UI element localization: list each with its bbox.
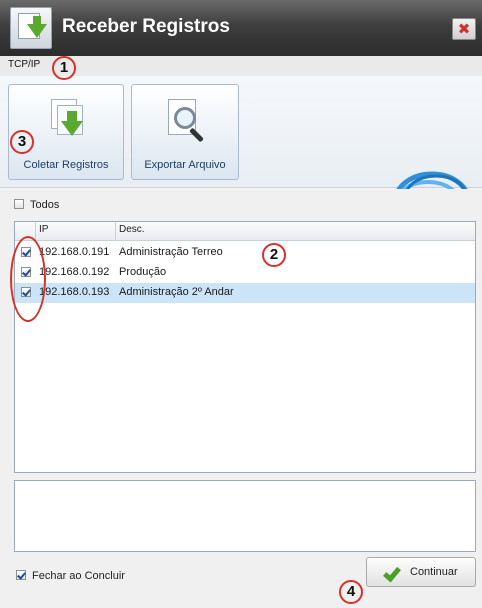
table-row[interactable]: 192.168.0.192 Produção	[15, 263, 475, 283]
devices-grid: IP Desc. 192.168.0.191 Administração Ter…	[14, 221, 476, 473]
annotation-badge-2: 2	[262, 243, 286, 267]
row-desc: Produção	[119, 266, 167, 278]
log-textbox[interactable]	[14, 480, 476, 552]
receive-records-icon	[10, 7, 52, 49]
export-file-label: Exportar Arquivo	[144, 159, 226, 171]
annotation-badge-3: 3	[10, 130, 34, 154]
select-all-checkbox[interactable]: Todos	[14, 199, 59, 211]
column-header-ip[interactable]: IP	[39, 224, 48, 235]
window-title: Receber Registros	[62, 16, 230, 37]
select-all-box[interactable]	[14, 199, 24, 209]
annotation-badge-4: 4	[339, 580, 363, 604]
checkmark-icon	[383, 563, 401, 583]
magnifier-document-icon	[168, 99, 208, 143]
row-ip: 192.168.0.191	[39, 246, 110, 258]
table-row[interactable]: 192.168.0.193 Administração 2º Andar	[15, 283, 475, 303]
tab-tcpip[interactable]: TCP/IP	[8, 59, 40, 70]
row-ip: 192.168.0.192	[39, 266, 110, 278]
row-ip: 192.168.0.193	[39, 286, 110, 298]
table-row[interactable]: 192.168.0.191 Administração Terreo	[15, 243, 475, 263]
close-button[interactable]: ✖	[452, 18, 476, 40]
annotation-badge-1: 1	[52, 56, 76, 80]
grid-header: IP Desc.	[15, 222, 475, 241]
continue-button[interactable]: Continuar	[366, 557, 476, 587]
title-bar: Receber Registros ✖	[0, 0, 482, 56]
annotation-oval	[10, 236, 46, 322]
column-header-desc[interactable]: Desc.	[119, 224, 145, 235]
ribbon: Coletar Registros Exportar Arquivo	[0, 76, 482, 260]
receive-records-window: Receber Registros ✖ TCP/IP Coletar Regis…	[0, 0, 482, 608]
content-area: Todos IP Desc. 192.168.0.191 Administraç…	[0, 189, 482, 608]
close-on-finish-label: Fechar ao Concluir	[32, 570, 125, 582]
close-on-finish-checkbox[interactable]: Fechar ao Concluir	[16, 570, 125, 582]
continue-label: Continuar	[410, 566, 458, 578]
collect-records-icon	[51, 99, 89, 141]
export-file-button[interactable]: Exportar Arquivo	[131, 84, 239, 180]
select-all-label: Todos	[30, 199, 60, 211]
row-desc: Administração 2º Andar	[119, 286, 234, 298]
close-on-finish-box[interactable]	[16, 570, 26, 580]
row-desc: Administração Terreo	[119, 246, 223, 258]
collect-records-label: Coletar Registros	[23, 159, 109, 171]
